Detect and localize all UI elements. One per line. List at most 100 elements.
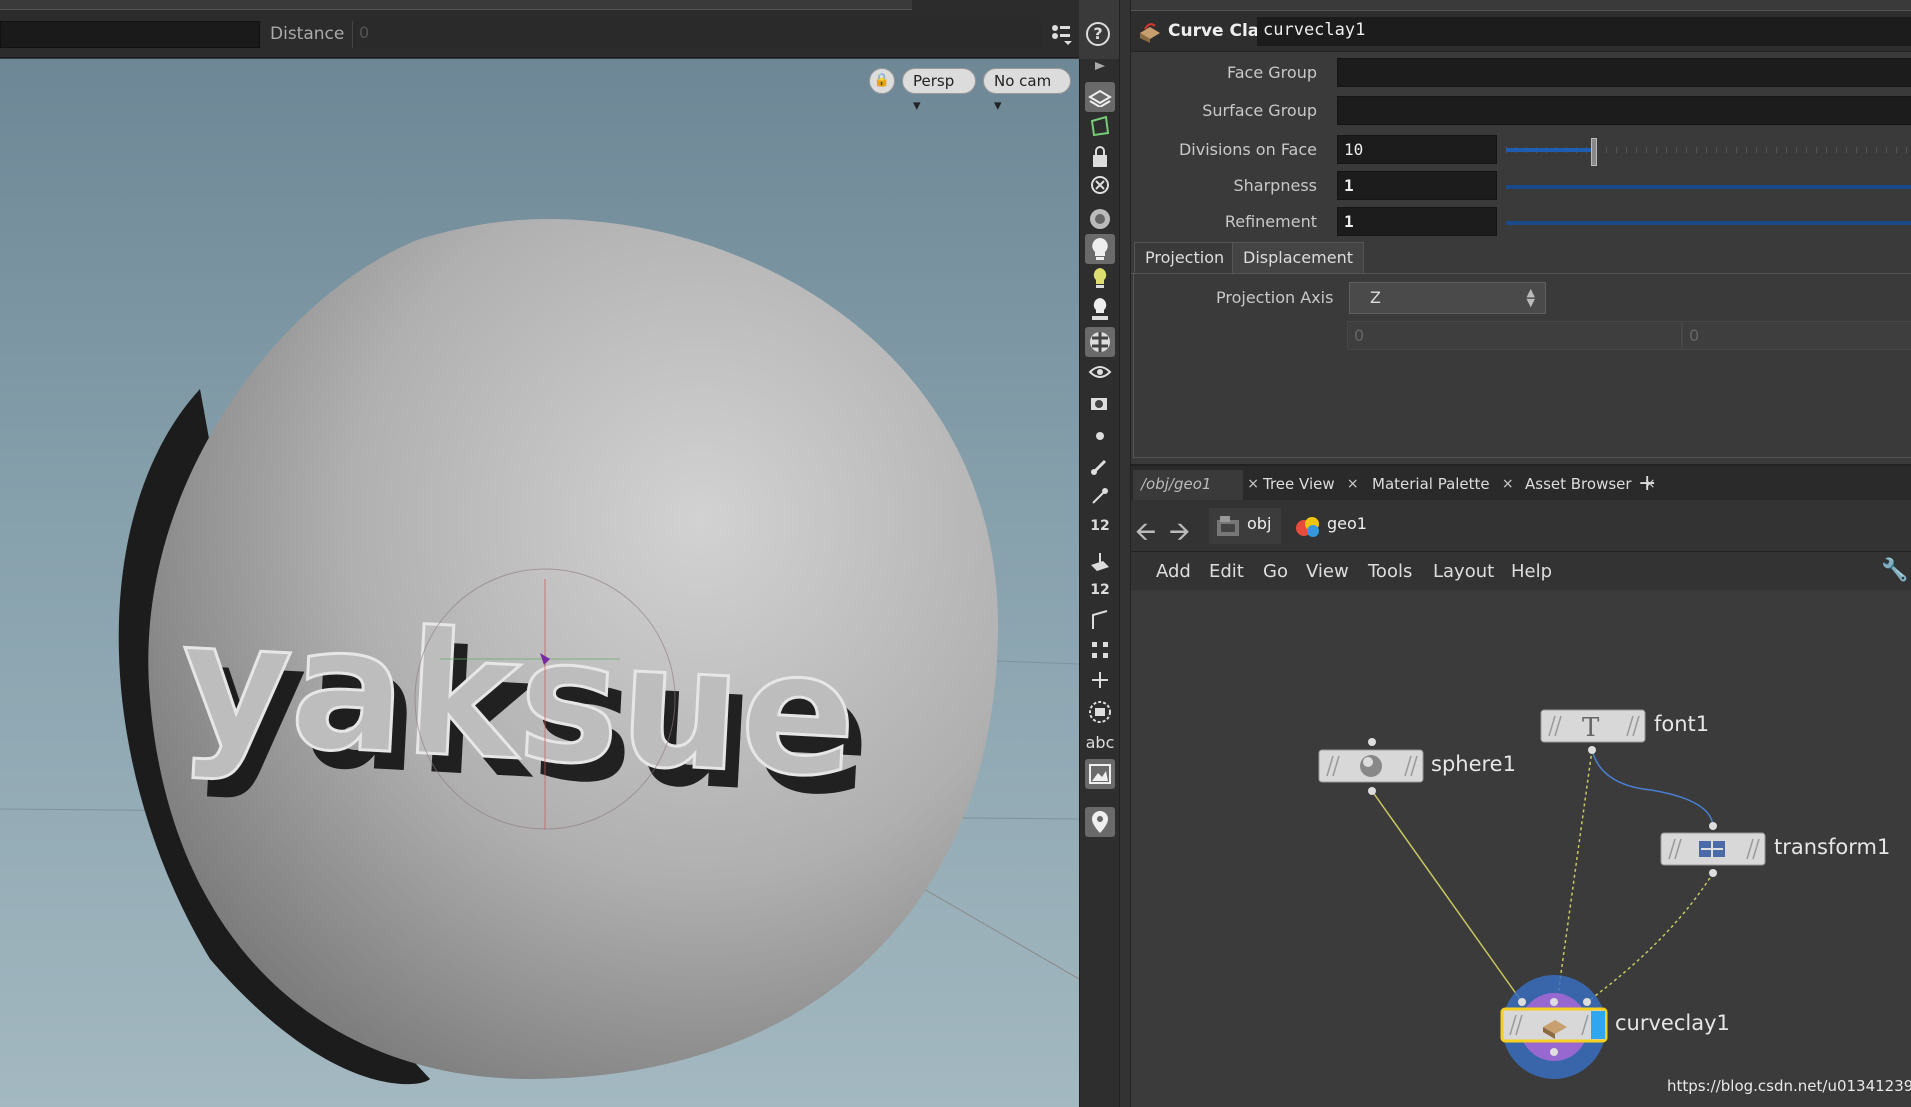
visualizer-icon[interactable] (1085, 204, 1115, 234)
surface-group-row: Surface Group (1131, 96, 1911, 126)
sharpness-field[interactable]: 1 (1337, 171, 1497, 200)
view-lock-button[interactable]: 🔒 (869, 68, 895, 94)
node-label-transform1: transform1 (1774, 835, 1891, 859)
wire-transform-to-curveclay[interactable] (1586, 872, 1714, 1003)
background-icon[interactable] (1085, 697, 1115, 727)
divisions-slider[interactable] (1506, 138, 1911, 166)
menu-layout[interactable]: Layout (1433, 561, 1494, 582)
face-group-row: Face Group (1131, 58, 1911, 88)
obj-network-icon (1215, 514, 1241, 538)
breadcrumb-geo-label: geo1 (1327, 514, 1367, 533)
node-font1[interactable]: T (1540, 709, 1646, 754)
divisions-field[interactable]: 10 (1337, 135, 1497, 164)
view-options-icon[interactable] (1085, 357, 1115, 387)
divisions-slider-fill (1506, 148, 1591, 152)
divisions-label: Divisions on Face (1178, 140, 1317, 159)
viewport-shelf: 12 12 abc (1079, 59, 1119, 1107)
close-icon[interactable]: × (1347, 476, 1359, 492)
point-numbers-icon[interactable]: 12 (1085, 511, 1115, 541)
refinement-row: Refinement 1 (1131, 207, 1911, 237)
curveclay-node-icon (1137, 19, 1163, 43)
back-arrow-icon[interactable]: 🡨 (1135, 513, 1156, 557)
text-tool-icon[interactable]: abc (1085, 727, 1115, 757)
camera-menu[interactable]: No cam ▾ (983, 68, 1071, 114)
viewport-toolbar: Distance 0 ? (0, 0, 1110, 58)
projection-vector-x-field: 0 (1347, 321, 1682, 350)
snap-field[interactable] (0, 21, 260, 48)
breadcrumb-obj[interactable]: obj (1209, 508, 1282, 544)
surface-group-field[interactable] (1337, 96, 1911, 125)
tab-material-palette-label: Material Palette (1372, 475, 1490, 493)
headlight-icon[interactable] (1085, 234, 1115, 264)
uv-display-icon[interactable] (1085, 635, 1115, 665)
image-background-icon[interactable] (1085, 759, 1115, 789)
node-sphere1[interactable] (1318, 738, 1424, 795)
node-transform1[interactable] (1660, 822, 1766, 877)
distance-input[interactable]: 0 (352, 21, 1042, 48)
tab-network-path[interactable]: /obj/geo1 × (1133, 470, 1259, 500)
shading-mode-icon[interactable] (1085, 327, 1115, 357)
network-menu-bar: Add Edit Go View Tools Layout Help 🔧 (1131, 552, 1911, 590)
transform-handle-icon[interactable] (1085, 665, 1115, 695)
pane-splitter[interactable] (1119, 0, 1131, 1107)
node-curveclay1[interactable] (1500, 975, 1608, 1079)
text-node-icon: T (1582, 713, 1600, 743)
light-icon[interactable] (1085, 264, 1115, 294)
wire-font-to-transform[interactable] (1591, 749, 1714, 827)
tab-material-palette[interactable]: Material Palette × (1364, 470, 1514, 500)
tab-asset-browser[interactable]: Asset Browser × (1517, 470, 1656, 500)
lock-icon[interactable] (1085, 142, 1115, 172)
high-quality-light-icon[interactable] (1085, 294, 1115, 324)
wrench-icon[interactable]: 🔧 (1881, 558, 1908, 583)
node-network[interactable]: T sphere1 font1 transform1 curveclay1 (1131, 590, 1911, 1107)
forward-arrow-icon[interactable]: 🡪 (1169, 513, 1190, 557)
breadcrumb-geo[interactable]: geo1 (1289, 508, 1377, 544)
menu-edit[interactable]: Edit (1209, 561, 1244, 582)
menu-add[interactable]: Add (1156, 561, 1191, 582)
menu-help[interactable]: Help (1511, 561, 1552, 582)
refinement-label: Refinement (1224, 212, 1317, 231)
secure-selection-icon[interactable] (1085, 112, 1115, 142)
projection-tab-body: Projection Axis Z ▲ ▼ 0 0 (1133, 274, 1911, 458)
pin-icon[interactable] (1085, 807, 1115, 837)
help-icon[interactable]: ? (1086, 22, 1110, 46)
watermark: https://blog.csdn.net/u013412391 (1667, 1077, 1911, 1095)
vertex-normal-icon[interactable] (1085, 481, 1115, 511)
camera-view-icon[interactable] (1085, 387, 1115, 417)
sharpness-slider[interactable] (1506, 185, 1911, 189)
tab-displacement[interactable]: Displacement (1232, 242, 1364, 273)
menu-go[interactable]: Go (1263, 561, 1288, 582)
refinement-slider[interactable] (1506, 221, 1911, 225)
scene-viewport[interactable]: yaksue yaksue 🔒 Persp ▾ No cam ▾ (0, 59, 1079, 1107)
add-tab-button[interactable]: + (1630, 466, 1664, 496)
surface-group-label: Surface Group (1202, 101, 1317, 120)
tab-network-path-label: /obj/geo1 (1141, 475, 1212, 493)
node-name-field[interactable]: curveclay1 (1257, 17, 1911, 46)
face-group-field[interactable] (1337, 58, 1911, 87)
sharpness-row: Sharpness 1 (1131, 171, 1911, 201)
prim-numbers-icon[interactable]: 12 (1085, 575, 1115, 605)
projection-axis-value: Z (1370, 288, 1381, 307)
wire-font-to-curveclay[interactable] (1556, 749, 1593, 1003)
projection-axis-select[interactable]: Z ▲ ▼ (1349, 282, 1546, 314)
breadcrumb-obj-label: obj (1247, 514, 1272, 533)
divisions-slider-knob[interactable] (1591, 138, 1597, 166)
display-options-icon[interactable] (1050, 22, 1072, 46)
tab-tree-view[interactable]: Tree View × (1255, 470, 1359, 500)
tab-projection[interactable]: Projection (1134, 242, 1236, 273)
close-icon[interactable]: × (1502, 476, 1514, 492)
ghost-icon[interactable] (1085, 172, 1115, 202)
refinement-field[interactable]: 1 (1337, 207, 1497, 236)
menu-view[interactable]: View (1306, 561, 1349, 582)
hull-display-icon[interactable] (1085, 605, 1115, 635)
shelf-collapse-icon[interactable] (1085, 61, 1115, 71)
point-display-icon[interactable] (1085, 421, 1115, 451)
select-mode-icon[interactable] (1085, 82, 1115, 112)
perspective-menu[interactable]: Persp ▾ (902, 68, 976, 114)
menu-tools[interactable]: Tools (1368, 561, 1412, 582)
node-type-label: Curve Clay (1168, 21, 1270, 41)
distance-label: Distance (270, 24, 345, 44)
wire-sphere-to-curveclay[interactable] (1371, 790, 1523, 1003)
normal-display-icon[interactable] (1085, 451, 1115, 481)
prim-normal-icon[interactable] (1085, 545, 1115, 575)
